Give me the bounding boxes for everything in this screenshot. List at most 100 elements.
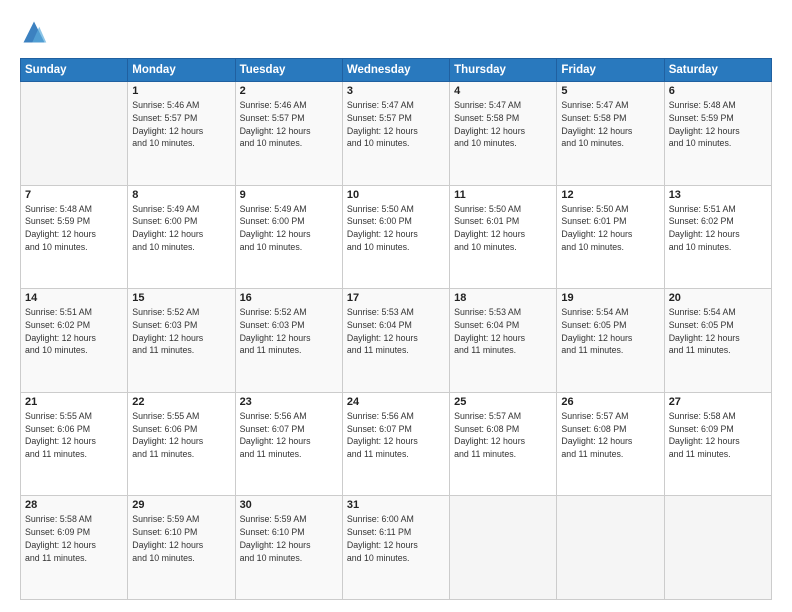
day-cell: 2 Sunrise: 5:46 AM Sunset: 5:57 PM Daylig… (235, 82, 342, 186)
day-detail: Sunrise: 5:54 AM Sunset: 6:05 PM Dayligh… (561, 306, 659, 357)
day-detail: Sunrise: 5:58 AM Sunset: 6:09 PM Dayligh… (669, 410, 767, 461)
day-cell: 9 Sunrise: 5:49 AM Sunset: 6:00 PM Daylig… (235, 185, 342, 289)
day-number: 11 (454, 189, 552, 201)
day-detail: Sunrise: 5:59 AM Sunset: 6:10 PM Dayligh… (240, 513, 338, 564)
day-cell: 4Sunrise: 5:47 AM Sunset: 5:58 PM Daylig… (450, 82, 557, 186)
day-cell: 18 Sunrise: 5:53 AM Sunset: 6:04 PM Dayli… (450, 289, 557, 393)
day-number: 2 (240, 85, 338, 97)
day-detail: Sunrise: 5:47 AM Sunset: 5:57 PM Dayligh… (347, 99, 445, 150)
day-number: 24 (347, 396, 445, 408)
day-number: 26 (561, 396, 659, 408)
weekday-friday: Friday (557, 59, 664, 82)
day-number: 1 (132, 85, 230, 97)
day-cell: 21Sunrise: 5:55 AM Sunset: 6:06 PM Dayli… (21, 392, 128, 496)
page: SundayMondayTuesdayWednesdayThursdayFrid… (0, 0, 792, 612)
day-number: 7 (25, 189, 123, 201)
day-cell: 14Sunrise: 5:51 AM Sunset: 6:02 PM Dayli… (21, 289, 128, 393)
day-cell: 11 Sunrise: 5:50 AM Sunset: 6:01 PM Dayli… (450, 185, 557, 289)
day-number: 17 (347, 292, 445, 304)
day-detail: Sunrise: 5:46 AM Sunset: 5:57 PM Dayligh… (132, 99, 230, 150)
day-cell: 27 Sunrise: 5:58 AM Sunset: 6:09 PM Dayli… (664, 392, 771, 496)
day-detail: Sunrise: 5:48 AM Sunset: 5:59 PM Dayligh… (669, 99, 767, 150)
day-cell: 6 Sunrise: 5:48 AM Sunset: 5:59 PM Daylig… (664, 82, 771, 186)
day-cell: 23 Sunrise: 5:56 AM Sunset: 6:07 PM Dayli… (235, 392, 342, 496)
weekday-saturday: Saturday (664, 59, 771, 82)
day-detail: Sunrise: 5:49 AM Sunset: 6:00 PM Dayligh… (132, 203, 230, 254)
day-number: 14 (25, 292, 123, 304)
day-number: 19 (561, 292, 659, 304)
day-number: 12 (561, 189, 659, 201)
day-cell (664, 496, 771, 600)
day-detail: Sunrise: 5:53 AM Sunset: 6:04 PM Dayligh… (347, 306, 445, 357)
day-cell: 12 Sunrise: 5:50 AM Sunset: 6:01 PM Dayli… (557, 185, 664, 289)
day-detail: Sunrise: 5:52 AM Sunset: 6:03 PM Dayligh… (240, 306, 338, 357)
day-detail: Sunrise: 5:59 AM Sunset: 6:10 PM Dayligh… (132, 513, 230, 564)
day-number: 25 (454, 396, 552, 408)
day-detail: Sunrise: 5:52 AM Sunset: 6:03 PM Dayligh… (132, 306, 230, 357)
day-cell (450, 496, 557, 600)
day-cell: 3Sunrise: 5:47 AM Sunset: 5:57 PM Daylig… (342, 82, 449, 186)
weekday-header-row: SundayMondayTuesdayWednesdayThursdayFrid… (21, 59, 772, 82)
day-cell: 20 Sunrise: 5:54 AM Sunset: 6:05 PM Dayli… (664, 289, 771, 393)
day-detail: Sunrise: 5:57 AM Sunset: 6:08 PM Dayligh… (454, 410, 552, 461)
day-cell: 16 Sunrise: 5:52 AM Sunset: 6:03 PM Dayli… (235, 289, 342, 393)
week-row-2: 7 Sunrise: 5:48 AM Sunset: 5:59 PM Daylig… (21, 185, 772, 289)
logo (20, 18, 52, 46)
day-cell: 31Sunrise: 6:00 AM Sunset: 6:11 PM Dayli… (342, 496, 449, 600)
day-number: 10 (347, 189, 445, 201)
day-cell: 17 Sunrise: 5:53 AM Sunset: 6:04 PM Dayli… (342, 289, 449, 393)
header (20, 18, 772, 46)
day-cell: 24Sunrise: 5:56 AM Sunset: 6:07 PM Dayli… (342, 392, 449, 496)
day-cell: 25 Sunrise: 5:57 AM Sunset: 6:08 PM Dayli… (450, 392, 557, 496)
day-number: 5 (561, 85, 659, 97)
day-detail: Sunrise: 5:50 AM Sunset: 6:01 PM Dayligh… (561, 203, 659, 254)
day-number: 29 (132, 499, 230, 511)
day-cell (21, 82, 128, 186)
weekday-tuesday: Tuesday (235, 59, 342, 82)
day-detail: Sunrise: 5:47 AM Sunset: 5:58 PM Dayligh… (561, 99, 659, 150)
weekday-thursday: Thursday (450, 59, 557, 82)
day-detail: Sunrise: 5:50 AM Sunset: 6:01 PM Dayligh… (454, 203, 552, 254)
week-row-5: 28Sunrise: 5:58 AM Sunset: 6:09 PM Dayli… (21, 496, 772, 600)
day-number: 31 (347, 499, 445, 511)
day-cell: 10 Sunrise: 5:50 AM Sunset: 6:00 PM Dayli… (342, 185, 449, 289)
day-number: 9 (240, 189, 338, 201)
day-detail: Sunrise: 5:48 AM Sunset: 5:59 PM Dayligh… (25, 203, 123, 254)
day-detail: Sunrise: 5:57 AM Sunset: 6:08 PM Dayligh… (561, 410, 659, 461)
day-cell: 5 Sunrise: 5:47 AM Sunset: 5:58 PM Daylig… (557, 82, 664, 186)
day-number: 20 (669, 292, 767, 304)
day-number: 8 (132, 189, 230, 201)
day-number: 23 (240, 396, 338, 408)
day-detail: Sunrise: 5:47 AM Sunset: 5:58 PM Dayligh… (454, 99, 552, 150)
day-cell: 22Sunrise: 5:55 AM Sunset: 6:06 PM Dayli… (128, 392, 235, 496)
day-detail: Sunrise: 5:51 AM Sunset: 6:02 PM Dayligh… (669, 203, 767, 254)
day-cell: 7 Sunrise: 5:48 AM Sunset: 5:59 PM Daylig… (21, 185, 128, 289)
day-detail: Sunrise: 5:53 AM Sunset: 6:04 PM Dayligh… (454, 306, 552, 357)
day-cell: 1 Sunrise: 5:46 AM Sunset: 5:57 PM Daylig… (128, 82, 235, 186)
day-detail: Sunrise: 5:49 AM Sunset: 6:00 PM Dayligh… (240, 203, 338, 254)
day-number: 13 (669, 189, 767, 201)
week-row-1: 1 Sunrise: 5:46 AM Sunset: 5:57 PM Daylig… (21, 82, 772, 186)
week-row-3: 14Sunrise: 5:51 AM Sunset: 6:02 PM Dayli… (21, 289, 772, 393)
day-detail: Sunrise: 5:50 AM Sunset: 6:00 PM Dayligh… (347, 203, 445, 254)
day-number: 27 (669, 396, 767, 408)
day-number: 30 (240, 499, 338, 511)
day-number: 28 (25, 499, 123, 511)
day-cell: 28Sunrise: 5:58 AM Sunset: 6:09 PM Dayli… (21, 496, 128, 600)
logo-icon (20, 18, 48, 46)
day-cell: 15Sunrise: 5:52 AM Sunset: 6:03 PM Dayli… (128, 289, 235, 393)
day-detail: Sunrise: 5:56 AM Sunset: 6:07 PM Dayligh… (240, 410, 338, 461)
weekday-wednesday: Wednesday (342, 59, 449, 82)
day-cell: 29 Sunrise: 5:59 AM Sunset: 6:10 PM Dayli… (128, 496, 235, 600)
day-number: 16 (240, 292, 338, 304)
day-number: 18 (454, 292, 552, 304)
day-detail: Sunrise: 5:46 AM Sunset: 5:57 PM Dayligh… (240, 99, 338, 150)
calendar-table: SundayMondayTuesdayWednesdayThursdayFrid… (20, 58, 772, 600)
day-cell: 19 Sunrise: 5:54 AM Sunset: 6:05 PM Dayli… (557, 289, 664, 393)
day-cell: 26 Sunrise: 5:57 AM Sunset: 6:08 PM Dayli… (557, 392, 664, 496)
day-cell: 30 Sunrise: 5:59 AM Sunset: 6:10 PM Dayli… (235, 496, 342, 600)
day-number: 6 (669, 85, 767, 97)
day-detail: Sunrise: 5:54 AM Sunset: 6:05 PM Dayligh… (669, 306, 767, 357)
day-cell: 8 Sunrise: 5:49 AM Sunset: 6:00 PM Daylig… (128, 185, 235, 289)
day-number: 21 (25, 396, 123, 408)
